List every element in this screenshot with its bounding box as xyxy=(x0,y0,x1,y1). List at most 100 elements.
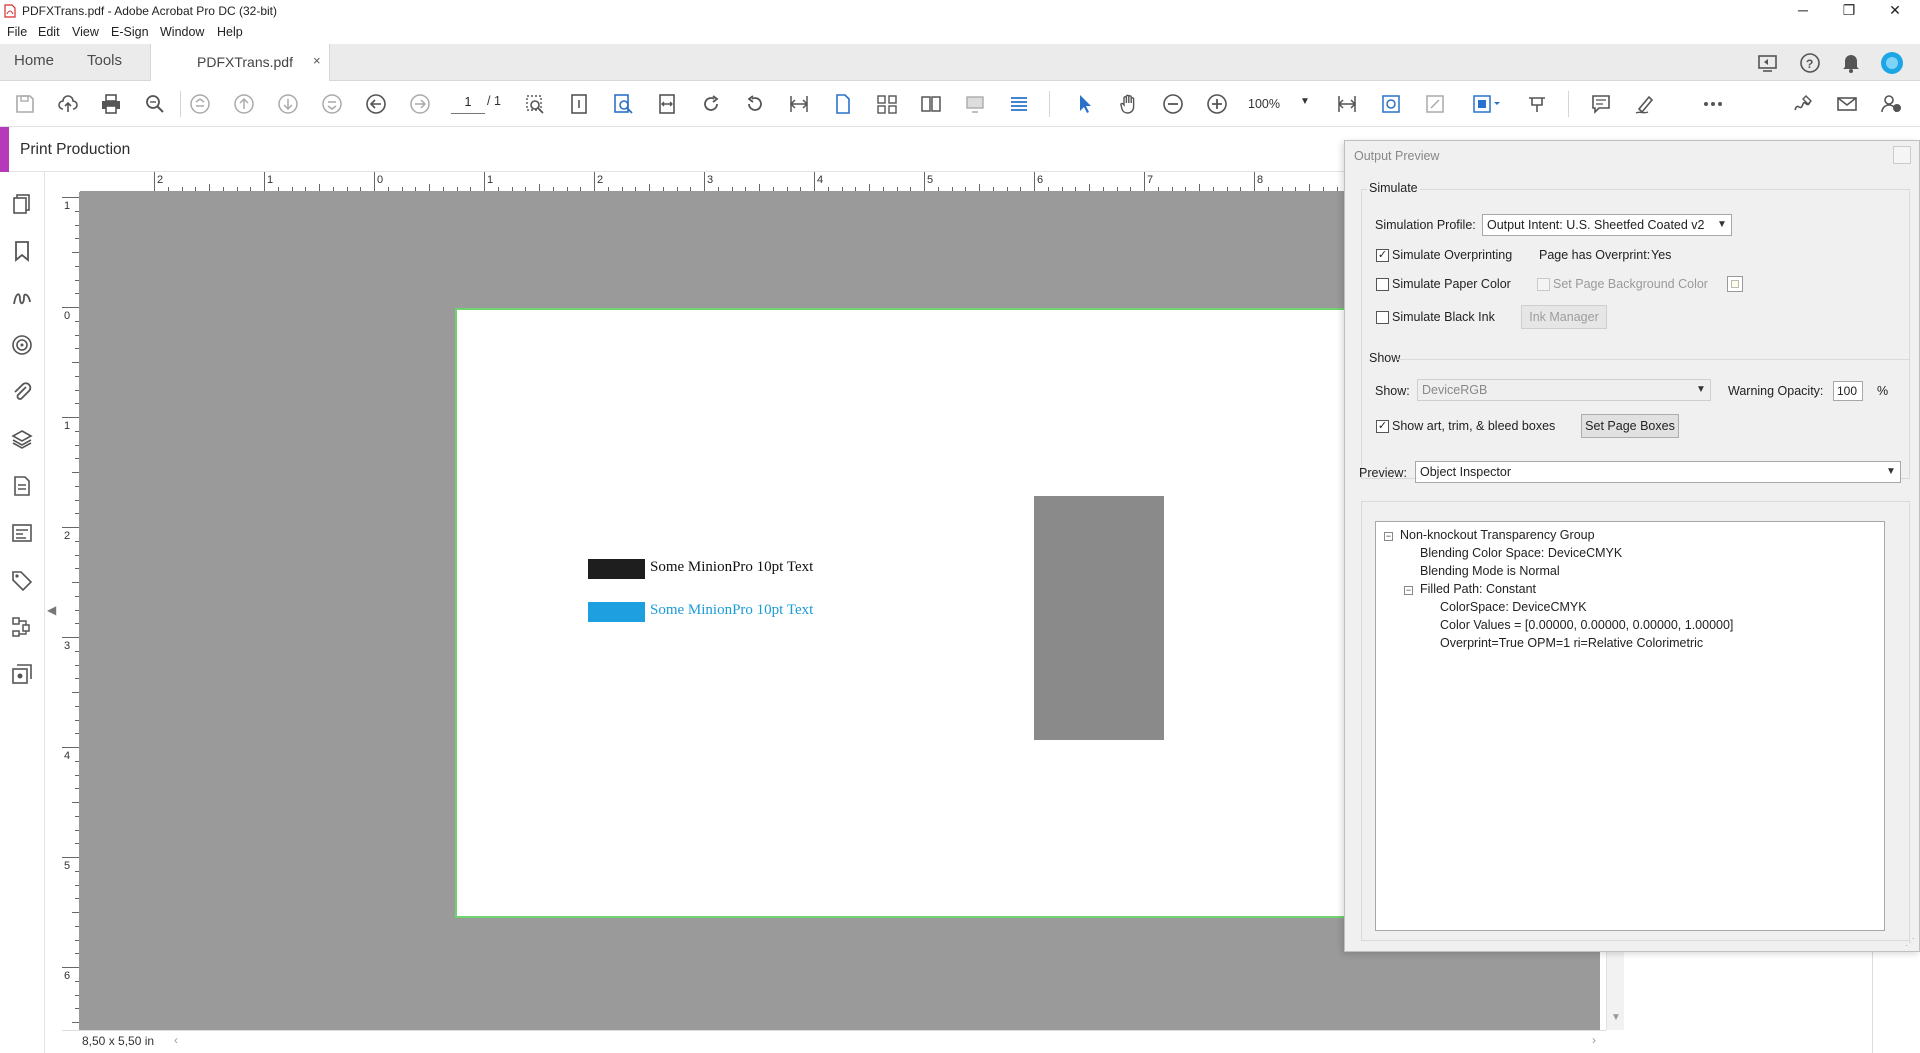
trim-box-icon[interactable] xyxy=(1334,91,1360,117)
preflight-menu-icon[interactable] xyxy=(1466,91,1506,117)
sample-text-black[interactable]: Some MinionPro 10pt Text xyxy=(650,559,813,576)
main-toolbar: 1 / 1 100% ▼ xyxy=(0,81,1920,127)
pdf-page[interactable]: Some MinionPro 10pt Text Some MinionPro … xyxy=(455,308,1395,918)
set-page-boxes-button[interactable]: Set Page Boxes xyxy=(1581,414,1679,438)
rotate-clockwise-icon[interactable] xyxy=(698,91,724,117)
maximize-button[interactable]: ❐ xyxy=(1826,0,1872,22)
previous-page-icon[interactable] xyxy=(231,91,257,117)
show-boxes-checkbox[interactable]: ✓ xyxy=(1376,420,1389,433)
share-screen-icon[interactable] xyxy=(1757,53,1779,73)
ink-manager-button[interactable]: Ink Manager xyxy=(1521,305,1607,329)
find-text-icon[interactable] xyxy=(610,91,636,117)
resize-grip-icon[interactable]: ⋰ xyxy=(1905,937,1915,948)
forward-view-icon[interactable] xyxy=(407,91,433,117)
hand-tool-icon[interactable] xyxy=(1116,91,1142,117)
close-window-button[interactable]: ✕ xyxy=(1872,0,1918,22)
notifications-bell-icon[interactable] xyxy=(1841,52,1861,74)
scroll-left-arrow-icon[interactable]: ‹ xyxy=(174,1033,178,1047)
comment-icon[interactable] xyxy=(1588,91,1614,117)
page-number-input[interactable]: 1 xyxy=(451,92,485,114)
layers-target-icon[interactable] xyxy=(9,332,35,358)
simulate-black-ink-checkbox[interactable] xyxy=(1376,311,1389,324)
tab-tools[interactable]: Tools xyxy=(87,52,122,69)
tree-node-filled-path[interactable]: Filled Path: Constant xyxy=(1420,582,1536,596)
bookmarks-icon[interactable] xyxy=(9,238,35,264)
back-view-icon[interactable] xyxy=(363,91,389,117)
last-page-icon[interactable] xyxy=(319,91,345,117)
select-cursor-icon[interactable] xyxy=(1072,91,1098,117)
cyan-color-swatch[interactable] xyxy=(588,602,645,622)
cloud-upload-icon[interactable] xyxy=(55,91,81,117)
object-inspector-tree[interactable]: − Non-knockout Transparency Group Blendi… xyxy=(1375,521,1885,931)
menu-edit[interactable]: Edit xyxy=(38,25,60,39)
scroll-down-arrow-icon[interactable]: ▼ xyxy=(1611,1012,1621,1023)
close-tab-icon[interactable]: × xyxy=(313,53,321,68)
user-avatar-icon[interactable] xyxy=(1880,51,1904,75)
simulate-paper-color-checkbox[interactable] xyxy=(1376,278,1389,291)
zoom-in-icon[interactable] xyxy=(1204,91,1230,117)
menu-window[interactable]: Window xyxy=(160,25,204,39)
account-help-icon[interactable] xyxy=(1878,91,1904,117)
order-icon[interactable] xyxy=(9,614,35,640)
fit-width-icon[interactable] xyxy=(654,91,680,117)
tab-home[interactable]: Home xyxy=(14,52,54,69)
simulate-overprinting-checkbox[interactable]: ✓ xyxy=(1376,249,1389,262)
model-tree-icon[interactable] xyxy=(9,520,35,546)
menu-esign[interactable]: E-Sign xyxy=(111,25,149,39)
first-page-icon[interactable] xyxy=(187,91,213,117)
simulation-profile-dropdown[interactable]: Output Intent: U.S. Sheetfed Coated v2 ▼ xyxy=(1482,214,1732,236)
warning-opacity-input[interactable]: 100 xyxy=(1833,381,1863,401)
page-thumbnail-icon[interactable] xyxy=(566,91,592,117)
find-icon[interactable] xyxy=(142,91,168,117)
show-colorspace-value: DeviceRGB xyxy=(1422,383,1488,397)
help-icon[interactable]: ? xyxy=(1799,52,1821,74)
presentation-icon[interactable] xyxy=(962,91,988,117)
menu-file[interactable]: File xyxy=(7,25,27,39)
set-page-background-color-checkbox[interactable] xyxy=(1537,278,1550,291)
zoom-level-dropdown[interactable]: 100% ▼ xyxy=(1248,92,1312,116)
page-background-color-picker[interactable] xyxy=(1727,276,1743,292)
organize-pages-icon[interactable] xyxy=(874,91,900,117)
show-colorspace-dropdown[interactable]: DeviceRGB ▼ xyxy=(1417,379,1711,401)
page-has-overprint-value: Yes xyxy=(1651,248,1672,262)
destinations-icon[interactable] xyxy=(9,661,35,687)
print-production-tool-icon[interactable] xyxy=(1524,91,1550,117)
crop-pages-icon[interactable] xyxy=(786,91,812,117)
rotate-counterclockwise-icon[interactable] xyxy=(742,91,768,117)
convert-colors-icon[interactable] xyxy=(1378,91,1404,117)
save-icon[interactable] xyxy=(12,91,38,117)
print-icon[interactable] xyxy=(98,91,124,117)
zoom-out-icon[interactable] xyxy=(1160,91,1186,117)
single-page-icon[interactable] xyxy=(830,91,856,117)
collapse-panel-arrow-icon[interactable]: ◀ xyxy=(47,603,56,617)
attachments-icon[interactable] xyxy=(9,379,35,405)
highlight-pen-icon[interactable] xyxy=(1632,91,1658,117)
tab-document[interactable]: PDFXTrans.pdf × xyxy=(150,44,330,81)
minimize-button[interactable]: ─ xyxy=(1780,0,1826,22)
sample-text-cyan[interactable]: Some MinionPro 10pt Text xyxy=(650,602,813,619)
signatures-icon[interactable] xyxy=(9,285,35,311)
sign-icon[interactable] xyxy=(1790,91,1816,117)
black-color-swatch[interactable] xyxy=(588,559,645,579)
scrolling-mode-icon[interactable] xyxy=(1006,91,1032,117)
flattener-preview-icon[interactable] xyxy=(1422,91,1448,117)
page-thumbnails-icon[interactable] xyxy=(9,191,35,217)
next-page-icon[interactable] xyxy=(275,91,301,117)
layers-icon[interactable] xyxy=(9,426,35,452)
menu-help[interactable]: Help xyxy=(217,25,243,39)
two-page-view-icon[interactable] xyxy=(918,91,944,117)
marquee-zoom-icon[interactable] xyxy=(522,91,548,117)
more-tools-icon[interactable] xyxy=(1700,91,1726,117)
scroll-right-arrow-icon[interactable]: › xyxy=(1592,1033,1596,1047)
tags-icon[interactable] xyxy=(9,567,35,593)
gray-filled-rectangle[interactable] xyxy=(1034,496,1164,740)
preview-mode-dropdown[interactable]: Object Inspector ▼ xyxy=(1415,461,1901,483)
collapse-node-icon[interactable]: − xyxy=(1404,586,1413,595)
tree-node-root[interactable]: Non-knockout Transparency Group xyxy=(1400,528,1595,542)
menu-view[interactable]: View xyxy=(72,25,99,39)
dialog-close-button[interactable] xyxy=(1893,146,1911,164)
collapse-node-icon[interactable]: − xyxy=(1384,532,1393,541)
email-icon[interactable] xyxy=(1834,91,1860,117)
ruler-label: 0 xyxy=(377,174,384,186)
content-document-icon[interactable] xyxy=(9,473,35,499)
